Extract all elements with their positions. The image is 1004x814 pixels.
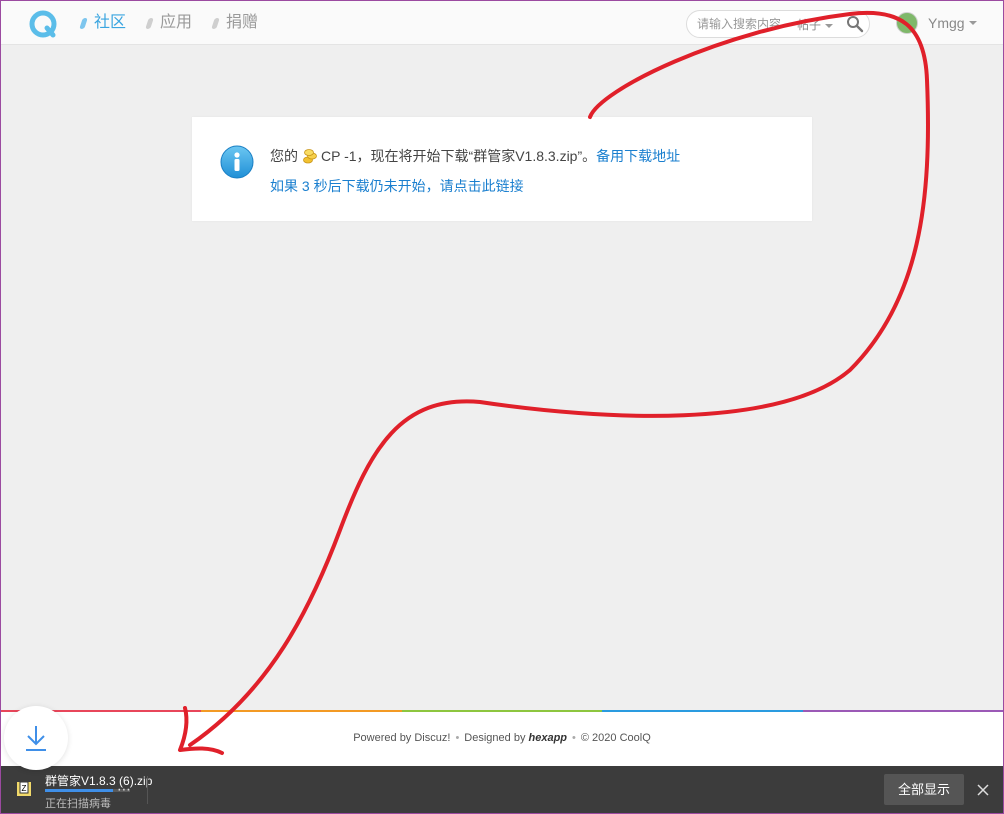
svg-text:Z: Z [22,784,27,793]
download-filename[interactable]: 群管家V1.8.3 (6).zip [45,772,152,789]
show-all-button[interactable]: 全部显示 [884,774,964,805]
search-input[interactable] [697,15,793,33]
notice-prefix: 您的 [270,148,298,164]
download-bubble-button[interactable] [4,706,68,770]
download-progress-fill [45,789,113,792]
notice-line-1: 您的 CP -1 ，现在将开始下载“群管家V1.8.3.zip”。 备用下载地址 [270,146,680,166]
download-bar: Z 群管家V1.8.3 (6).zip 正在扫描病毒 ⋯ 全部显示 [1,766,1003,813]
top-nav-bar: 社区 应用 捐赠 帖子 Ymgg [1,1,1003,45]
manual-download-link[interactable]: 如果 3 秒后下载仍未开始，请点击此链接 [270,178,524,194]
color-strip-segment [201,710,402,712]
info-icon [220,145,254,179]
nav-apps[interactable]: 应用 [145,13,193,33]
retry-text-before: 如果 [270,178,298,194]
coin-icon [303,149,317,164]
avatar [896,12,918,34]
nav-dot-icon [145,17,154,29]
search-scope-label: 帖子 [797,18,822,32]
designer-brand[interactable]: hexapp [529,732,568,744]
chevron-down-icon [968,21,977,25]
copyright: © 2020 CoolQ [580,732,651,744]
search-box: 帖子 [686,10,870,38]
coolq-logo-icon[interactable] [28,9,58,39]
zip-file-icon: Z [17,782,31,796]
nav-apps-label: 应用 [160,14,193,31]
download-notice-box: 您的 CP -1 ，现在将开始下载“群管家V1.8.3.zip”。 备用下载地址… [192,117,812,221]
notice-body: ，现在将开始下载“群管家V1.8.3.zip”。 [356,148,597,164]
designed-by: Designed by [464,732,526,744]
nav-donate[interactable]: 捐赠 [211,13,259,33]
color-strip-segment [602,710,803,712]
download-arrow-icon [26,726,46,751]
retry-text-after: 秒后下载仍未开始，请点击此链接 [313,178,524,194]
nav-community-label: 社区 [94,14,127,31]
alt-download-link[interactable]: 备用下载地址 [596,146,680,166]
color-strip-segment [802,710,1004,712]
user-menu[interactable]: Ymgg [896,10,977,36]
notice-line-2: 如果 3 秒后下载仍未开始，请点击此链接 [270,176,524,196]
powered-by[interactable]: Powered by Discuz! [353,732,450,744]
search-scope-dropdown[interactable]: 帖子 [797,16,834,33]
download-status: 正在扫描病毒 [45,798,111,810]
nav-donate-label: 捐赠 [226,14,259,31]
divider [147,776,148,804]
nav-dot-icon [79,17,88,29]
page-footer: Powered by Discuz! • Designed by hexapp • © … [1,710,1004,766]
username: Ymgg [928,15,965,31]
chevron-down-icon [825,23,834,28]
credit-change: CP -1 [321,148,357,164]
search-icon[interactable] [846,15,864,33]
more-options-icon[interactable]: ⋯ [117,781,132,798]
close-icon[interactable] [974,781,992,799]
nav-community[interactable]: 社区 [79,13,127,33]
footer-color-strip [1,710,1004,712]
color-strip-segment [401,710,603,712]
nav-dot-icon [211,17,220,29]
countdown-seconds: 3 [301,178,310,194]
footer-credits: Powered by Discuz! • Designed by hexapp • © … [353,732,651,744]
